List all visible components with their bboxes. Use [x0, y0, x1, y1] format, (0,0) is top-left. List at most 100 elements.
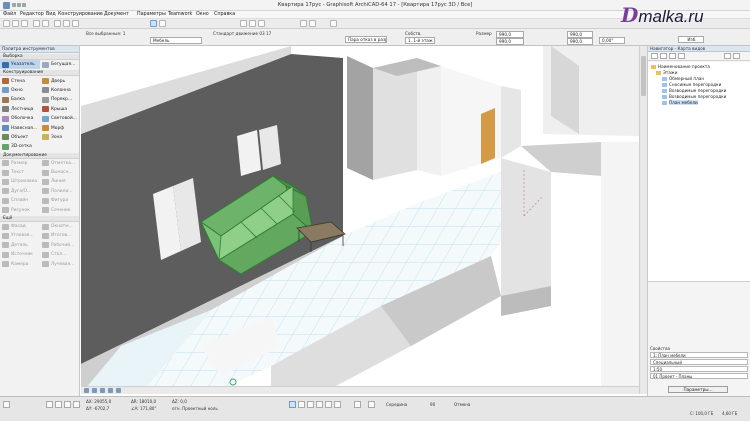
open-file-icon[interactable] [12, 20, 19, 27]
more-button[interactable]: Изб. [678, 36, 704, 43]
tool-radial[interactable]: Лучевая... [40, 259, 80, 268]
select-arrow-icon[interactable] [150, 20, 157, 27]
tool-figure[interactable]: Фигура [40, 196, 80, 205]
redo-icon[interactable] [42, 20, 49, 27]
menu-view[interactable]: Вид [46, 12, 56, 17]
tool-marquee[interactable]: Бегущая... [40, 60, 80, 69]
tool-line[interactable]: Линия [40, 177, 80, 186]
tree-node-stories[interactable]: Этажи [656, 70, 677, 75]
nav-close-icon[interactable] [733, 53, 740, 59]
render-icon[interactable] [300, 20, 307, 27]
tree-node-view[interactable]: Сносимые перегородки [662, 82, 721, 87]
tool-interior-elevation[interactable]: Окнотм... [40, 222, 80, 231]
tool-drawing[interactable]: Рисунок [0, 205, 40, 214]
perpendicular-icon[interactable] [334, 401, 341, 408]
view-map-icon[interactable] [660, 53, 667, 59]
menu-options[interactable]: Параметры [137, 12, 166, 17]
tool-lamp[interactable]: Источник [0, 250, 40, 259]
menu-help[interactable]: Справка [214, 12, 235, 17]
zoom-in-icon[interactable] [84, 388, 89, 393]
menu-edit[interactable]: Редактор [20, 12, 44, 17]
tool-text[interactable]: Текст [0, 168, 40, 177]
snap-mode-label[interactable]: Середина [386, 402, 407, 407]
scrollbar-thumb[interactable] [641, 56, 646, 96]
menu-window[interactable]: Окно [196, 12, 209, 17]
dim-a-field[interactable]: 990,0 [567, 31, 593, 38]
midpoint-icon[interactable] [354, 401, 361, 408]
tool-work[interactable]: Рабочий... [40, 241, 80, 250]
constraint-icon[interactable] [316, 401, 323, 408]
snap-point-icon[interactable] [55, 401, 62, 408]
viewport-scrollbar[interactable] [639, 46, 647, 394]
tool-mesh[interactable]: 3D-сетка [0, 142, 40, 151]
paste-icon[interactable] [72, 20, 79, 27]
snap-edge-icon[interactable] [64, 401, 71, 408]
orbit-nav-icon[interactable] [108, 388, 113, 393]
snap-center-icon[interactable] [73, 401, 80, 408]
tool-corner-window[interactable]: Угловая... [0, 231, 40, 240]
tool-curtain-wall[interactable]: Навесная... [0, 123, 40, 132]
tree-node-view[interactable]: Обмерный план [662, 76, 704, 81]
pan-icon[interactable] [249, 20, 256, 27]
tool-spline[interactable]: Сплайн [0, 196, 40, 205]
tool-zone[interactable]: Зона [40, 133, 80, 142]
tool-arc[interactable]: Дуга/О... [0, 187, 40, 196]
cursor-snap-icon[interactable] [289, 401, 296, 408]
tool-stair[interactable]: Лестница [0, 105, 40, 114]
tool-window[interactable]: Окно [0, 86, 40, 95]
tool-pointer[interactable]: Указатель [0, 60, 40, 70]
door[interactable] [481, 108, 495, 164]
layout-book-icon[interactable] [669, 53, 676, 59]
3d-viewport[interactable] [81, 46, 639, 394]
menu-design[interactable]: Конструирование [58, 12, 103, 17]
teamwork-icon[interactable] [330, 20, 337, 27]
explore-icon[interactable] [116, 388, 121, 393]
cancel-label[interactable]: Отмена [454, 402, 470, 407]
fit-window-icon[interactable] [100, 388, 105, 393]
tool-object[interactable]: Объект [0, 133, 40, 142]
tool-morph[interactable]: Морф [40, 123, 80, 132]
view-id-field[interactable]: 1: План мебели [650, 352, 748, 358]
object-params-button[interactable]: Пара отказ в разрез... [345, 36, 387, 43]
orbit-icon[interactable] [258, 20, 265, 27]
tool-column[interactable]: Колонна [40, 86, 80, 95]
new-file-icon[interactable] [3, 20, 10, 27]
tool-slab[interactable]: Перекр... [40, 95, 80, 104]
menu-teamwork[interactable]: Teamwork [168, 12, 192, 17]
layer-select[interactable]: Мебель [150, 37, 202, 44]
zoom-icon[interactable] [240, 20, 247, 27]
scale-field[interactable]: 1:50 [650, 366, 748, 372]
floor-select[interactable]: 1. 1-й этаж [405, 37, 435, 44]
central-column[interactable] [347, 56, 441, 180]
tool-dimension[interactable]: Размер [0, 159, 40, 168]
layers-icon[interactable] [309, 20, 316, 27]
tool-label[interactable]: Выносн... [40, 168, 80, 177]
tool-shell[interactable]: Оболочка [0, 114, 40, 123]
dim-b-field[interactable]: 990,0 [567, 38, 593, 45]
marquee-icon[interactable] [159, 20, 166, 27]
tool-polyline[interactable]: Полили... [40, 187, 80, 196]
snap-grid-icon[interactable] [46, 401, 53, 408]
tool-detail[interactable]: Деталь [0, 241, 40, 250]
view-type-field[interactable]: Специальный [650, 359, 748, 365]
tool-camera[interactable]: Камера [0, 259, 40, 268]
layer-combo-field[interactable]: 01 Проект - Планы [650, 373, 748, 379]
tree-node-view[interactable]: Возводимые перегородки [662, 88, 726, 93]
tree-node-view[interactable]: Возводимые перегородки [662, 94, 726, 99]
tool-worksheet[interactable]: Итогов... [40, 231, 80, 240]
tree-node-view-selected[interactable]: План мебели [662, 100, 698, 105]
tool-door[interactable]: Дверь [40, 76, 80, 85]
tree-node-project[interactable]: Наименование проекта [651, 64, 710, 69]
tool-skylight[interactable]: Световой... [40, 114, 80, 123]
project-map-icon[interactable] [651, 53, 658, 59]
navigator-params-button[interactable]: Параметры... [668, 386, 728, 393]
guide-icon[interactable] [298, 401, 305, 408]
publisher-icon[interactable] [678, 53, 685, 59]
copy-icon[interactable] [63, 20, 70, 27]
undo-status-icon[interactable] [3, 401, 10, 408]
save-icon[interactable] [21, 20, 28, 27]
angle-step-label[interactable]: 90 [430, 402, 435, 407]
division-icon[interactable] [368, 401, 375, 408]
tool-roof[interactable]: Крыша [40, 105, 80, 114]
tool-wall[interactable]: Стена [0, 76, 40, 85]
